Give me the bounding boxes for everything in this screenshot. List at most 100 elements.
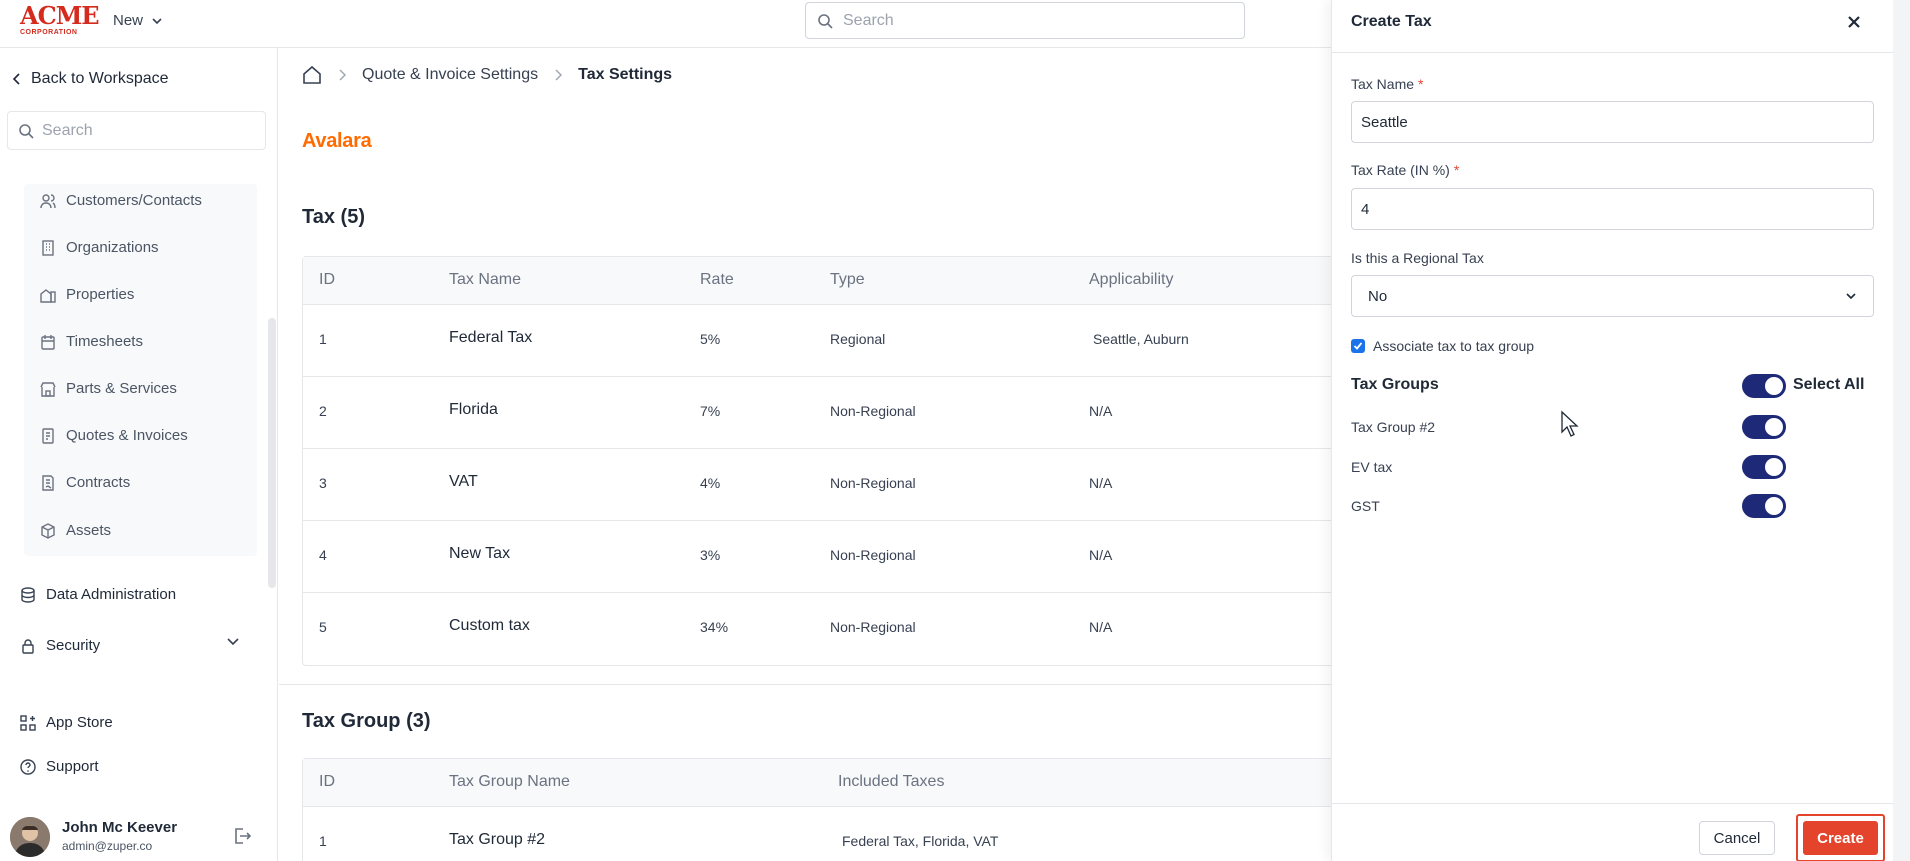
new-label: New — [113, 12, 144, 29]
close-icon[interactable] — [1847, 15, 1861, 29]
tax-name-field[interactable]: Seattle — [1351, 101, 1874, 143]
sidebar-item-data-administration[interactable]: Data Administration — [20, 586, 176, 603]
sidebar-item-organizations[interactable]: Organizations — [40, 239, 159, 256]
page-scrollbar[interactable] — [1893, 0, 1910, 861]
table-row[interactable]: 1 Federal Tax 5% Regional Seattle, Aubur… — [303, 305, 1342, 377]
column-header-type: Type — [830, 271, 865, 288]
sidebar-item-quotes-invoices[interactable]: Quotes & Invoices — [40, 427, 188, 444]
sidebar-item-parts-services[interactable]: Parts & Services — [40, 380, 177, 397]
building-icon — [42, 239, 54, 256]
property-icon — [40, 288, 56, 303]
chevron-down-icon — [1846, 293, 1856, 300]
logo-main-text: ACME — [20, 1, 100, 30]
sidebar-item-label: Properties — [66, 286, 135, 303]
table-row[interactable]: 1 Tax Group #2 Federal Tax, Florida, VAT — [303, 807, 1342, 861]
tax-group-toggle[interactable] — [1742, 455, 1786, 479]
cell-id: 4 — [319, 547, 327, 563]
cell-rate: 34% — [700, 619, 729, 635]
cell-id: 1 — [319, 833, 327, 849]
sidebar-item-label: Support — [46, 758, 99, 775]
regional-tax-select[interactable]: No — [1351, 275, 1874, 317]
tax-name-value: Seattle — [1361, 113, 1408, 131]
table-row[interactable]: 4 New Tax 3% Non-Regional N/A — [303, 521, 1342, 593]
sidebar-item-support[interactable]: Support — [20, 758, 99, 775]
sidebar-item-label: Organizations — [66, 239, 159, 256]
sidebar-search-input[interactable]: Search — [7, 111, 266, 150]
tax-name-label: Tax Name * — [1351, 76, 1423, 92]
global-search-placeholder: Search — [843, 11, 894, 29]
sidebar-item-properties[interactable]: Properties — [40, 286, 134, 303]
tax-groups-title: Tax Groups — [1351, 376, 1439, 393]
sidebar-item-customers-contacts[interactable]: Customers/Contacts — [40, 192, 202, 209]
acme-logo[interactable]: ACME CORPORATION — [20, 1, 100, 37]
tax-group-label: GST — [1351, 498, 1380, 514]
table-row[interactable]: 3 VAT 4% Non-Regional N/A — [303, 449, 1342, 521]
sidebar-search-placeholder: Search — [42, 121, 93, 139]
new-menu-button[interactable]: New — [113, 12, 163, 29]
avalara-logo[interactable]: Avalara — [302, 130, 372, 153]
breadcrumb: Quote & Invoice Settings Tax Settings — [302, 65, 672, 85]
tax-rate-field[interactable]: 4 — [1351, 188, 1874, 230]
sidebar-item-security[interactable]: Security — [20, 637, 100, 654]
cell-type: Non-Regional — [830, 403, 916, 419]
home-icon[interactable] — [302, 65, 322, 85]
app-store-icon — [20, 714, 36, 731]
sidebar-item-contracts[interactable]: Contracts — [40, 474, 130, 491]
table-row[interactable]: 2 Florida 7% Non-Regional N/A — [303, 377, 1342, 449]
sidebar-item-timesheets[interactable]: Timesheets — [40, 333, 143, 350]
cell-id: 2 — [319, 403, 327, 419]
sidebar-item-label: Customers/Contacts — [66, 192, 202, 209]
create-tax-panel: Create Tax Tax Name * Seattle Tax Rate (I… — [1331, 0, 1894, 861]
tax-name-label-text: Tax Name — [1351, 76, 1415, 92]
back-to-workspace-link[interactable]: Back to Workspace — [12, 70, 169, 88]
cell-tax-name: Florida — [449, 401, 498, 418]
user-profile[interactable]: John Mc Keever admin@zuper.co — [10, 816, 268, 858]
cell-rate: 3% — [700, 547, 721, 563]
cell-applicability: N/A — [1089, 403, 1113, 419]
breadcrumb-quote-invoice-settings[interactable]: Quote & Invoice Settings — [362, 66, 538, 84]
logo-sub-text: CORPORATION — [20, 29, 78, 36]
sidebar: Back to Workspace Search Customers/Conta… — [0, 48, 278, 861]
cell-tax-name: VAT — [449, 473, 478, 490]
breadcrumb-tax-settings: Tax Settings — [578, 66, 673, 83]
select-all-toggle[interactable] — [1742, 374, 1786, 398]
sidebar-item-assets[interactable]: Assets — [40, 522, 111, 539]
table-row[interactable]: 5 Custom tax 34% Non-Regional N/A — [303, 593, 1342, 665]
sidebar-item-app-store[interactable]: App Store — [20, 714, 113, 731]
chevron-down-icon[interactable] — [226, 634, 240, 648]
tax-rate-label: Tax Rate (IN %) * — [1351, 162, 1459, 178]
panel-title: Create Tax — [1351, 13, 1432, 30]
cell-rate: 7% — [700, 403, 721, 419]
table-header: ID Tax Group Name Included Taxes — [303, 759, 1342, 807]
avatar — [10, 817, 50, 857]
cell-type: Non-Regional — [830, 619, 916, 635]
cell-id: 1 — [319, 331, 327, 347]
cell-tax-name: New Tax — [449, 545, 511, 562]
panel-header: Create Tax — [1332, 0, 1894, 53]
sidebar-item-label: Assets — [66, 522, 112, 539]
chevron-right-icon — [555, 69, 563, 81]
tax-rate-label-text: Tax Rate (IN %) — [1351, 162, 1450, 178]
cancel-button[interactable]: Cancel — [1699, 821, 1775, 855]
chevron-right-icon — [339, 69, 346, 81]
global-search-input[interactable]: Search — [805, 2, 1245, 39]
sidebar-item-label: Parts & Services — [66, 380, 177, 397]
back-label: Back to Workspace — [31, 70, 169, 87]
create-button[interactable]: Create — [1796, 814, 1885, 861]
cell-id: 3 — [319, 475, 327, 491]
tax-table: ID Tax Name Rate Type Applicability 1 Fe… — [302, 256, 1342, 666]
logout-icon[interactable] — [232, 826, 252, 846]
contract-icon — [42, 474, 54, 491]
tax-group-section-title: Tax Group (3) — [302, 710, 431, 732]
regional-tax-label: Is this a Regional Tax — [1351, 250, 1484, 266]
help-circle-icon — [20, 758, 36, 775]
user-name: John Mc Keever — [62, 819, 178, 836]
tax-group-toggle[interactable] — [1742, 494, 1786, 518]
regional-tax-value: No — [1368, 287, 1388, 305]
sidebar-scrollbar[interactable] — [268, 318, 276, 588]
associate-tax-group-checkbox[interactable]: Associate tax to tax group — [1351, 338, 1534, 354]
tax-group-toggle[interactable] — [1742, 415, 1786, 439]
create-button-label: Create — [1803, 821, 1878, 855]
checkbox-checked[interactable] — [1351, 339, 1365, 353]
sidebar-item-label: Quotes & Invoices — [66, 427, 188, 444]
